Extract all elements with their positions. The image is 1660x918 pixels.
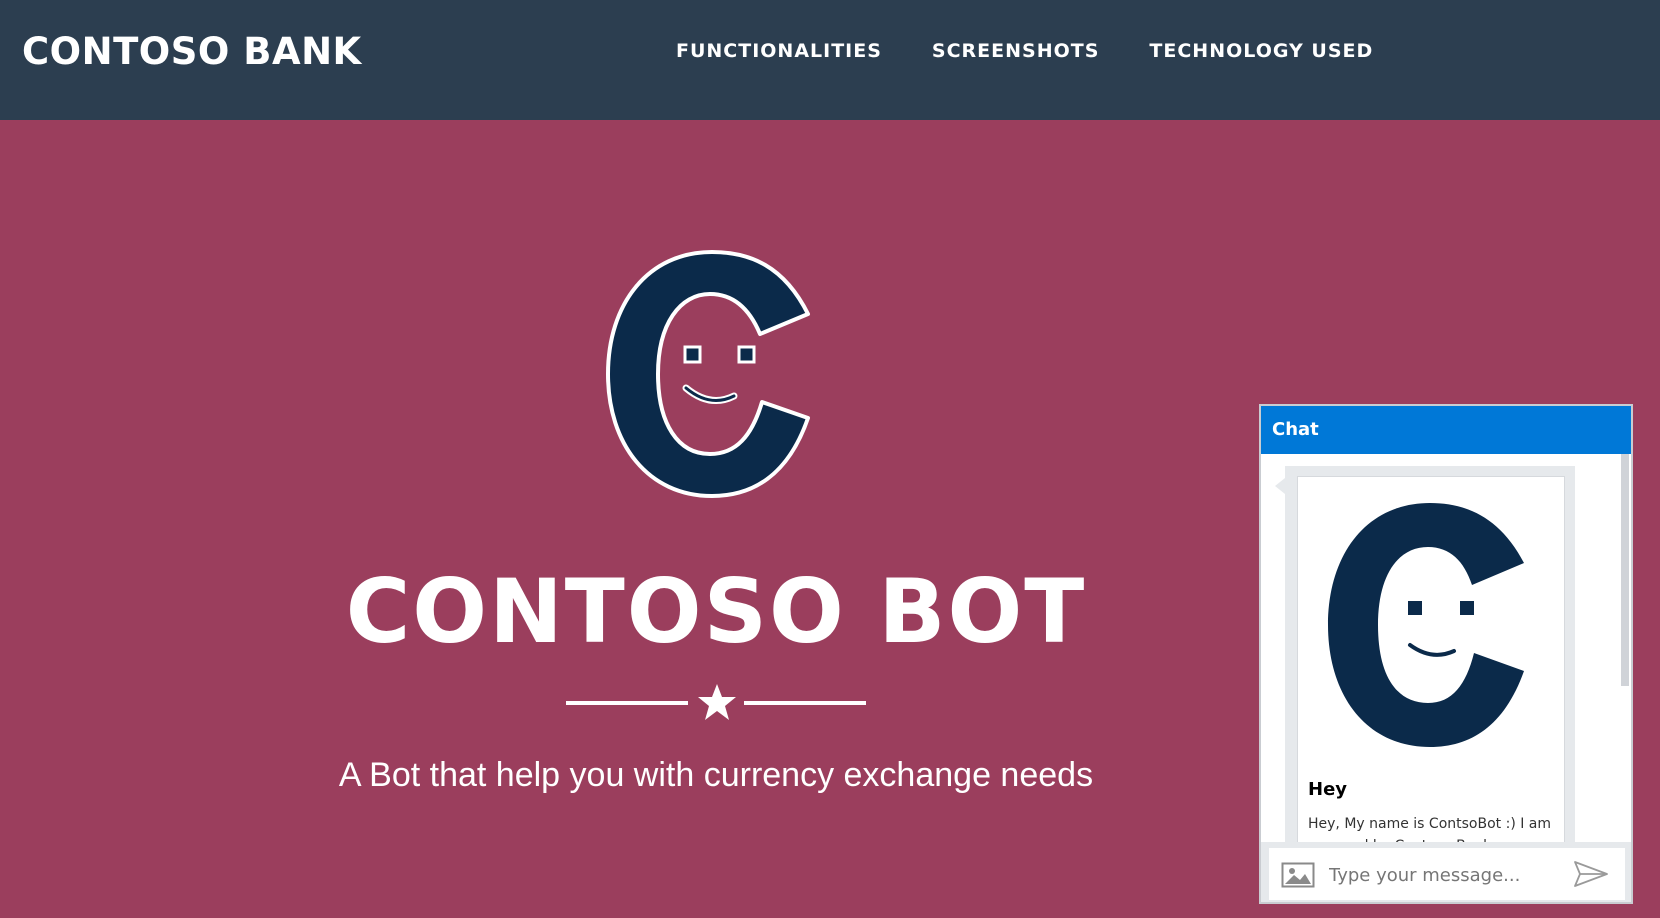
chat-header: Chat xyxy=(1261,406,1631,454)
nav-links: FUNCTIONALITIES SCREENSHOTS TECHNOLOGY U… xyxy=(676,40,1423,62)
chat-message-input[interactable] xyxy=(1327,858,1551,892)
card-text: Hey, My name is ContsoBot :) I am powere… xyxy=(1308,816,1552,844)
nav-link-technology-used[interactable]: TECHNOLOGY USED xyxy=(1149,40,1373,62)
chat-input-container xyxy=(1269,848,1625,900)
title-divider xyxy=(566,682,866,722)
chat-scrollbar[interactable] xyxy=(1621,454,1629,686)
chat-input-bar xyxy=(1261,842,1631,902)
hero-title: CONTOSO BOT xyxy=(345,560,1087,663)
contoso-bot-logo-icon xyxy=(606,250,810,498)
hero-tagline: A Bot that help you with currency exchan… xyxy=(338,756,1094,794)
message-pointer xyxy=(1275,478,1285,494)
image-upload-icon[interactable] xyxy=(1281,862,1315,888)
hero-card: Hey Hey, My name is ContsoBot :) I am po… xyxy=(1297,476,1565,844)
nav-link-functionalities[interactable]: FUNCTIONALITIES xyxy=(676,40,882,62)
chat-widget: Chat Hey Hey, My name is ContsoBot :) I … xyxy=(1259,404,1633,904)
star-icon xyxy=(698,684,736,720)
send-icon[interactable] xyxy=(1573,860,1609,888)
nav-link-screenshots[interactable]: SCREENSHOTS xyxy=(932,40,1100,62)
chat-history[interactable]: Hey Hey, My name is ContsoBot :) I am po… xyxy=(1261,454,1631,844)
card-title: Hey xyxy=(1308,779,1348,800)
navbar: CONTOSO BANK FUNCTIONALITIES SCREENSHOTS… xyxy=(0,0,1660,120)
divider-line-left xyxy=(566,701,688,705)
divider-line-right xyxy=(744,701,866,705)
contoso-bot-logo-icon xyxy=(1328,503,1524,747)
brand-link[interactable]: CONTOSO BANK xyxy=(22,30,362,73)
